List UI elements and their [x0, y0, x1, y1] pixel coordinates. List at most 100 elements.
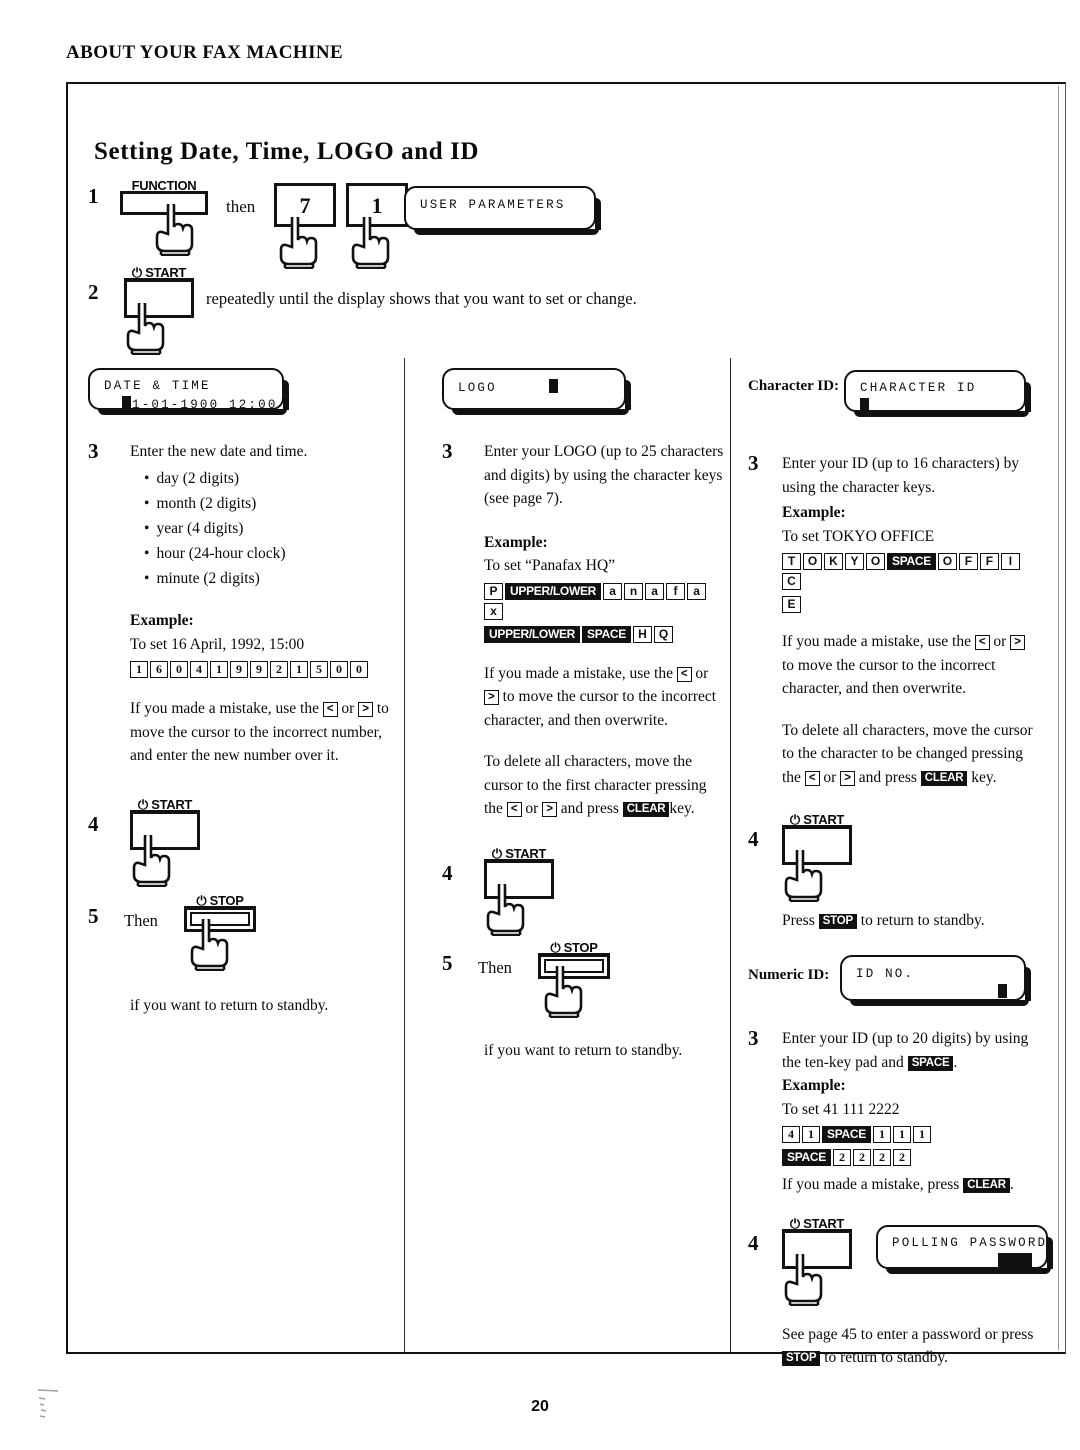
finger-pointer-icon	[190, 918, 229, 971]
key-cap-space[interactable]: SPACE	[782, 1149, 831, 1167]
list-item: minute (2 digits)	[144, 566, 396, 591]
key-cap[interactable]: x	[484, 602, 503, 620]
key-cap[interactable]: 1	[210, 661, 228, 679]
cursor-left-key-icon[interactable]: <	[506, 802, 522, 818]
key-cap[interactable]: f	[666, 582, 686, 600]
logo-delete-text-b: and press	[560, 800, 619, 818]
key-cap[interactable]: O	[803, 553, 822, 571]
key-cap[interactable]: Q	[654, 625, 674, 643]
clear-key[interactable]: CLEAR	[963, 1178, 1010, 1194]
logo-delete-paragraph: To delete all characters, move the curso…	[484, 750, 724, 821]
lcd-polling-password: POLLING PASSWORD	[876, 1224, 1053, 1274]
key-cap[interactable]: 5	[310, 661, 328, 679]
space-key[interactable]: SPACE	[907, 1055, 954, 1071]
key-cap-space[interactable]: SPACE	[582, 625, 632, 643]
stop-key[interactable]: ⏻ STOP	[184, 893, 256, 971]
key-cap[interactable]: H	[633, 625, 653, 643]
start-key[interactable]: ⏻ START	[130, 797, 200, 887]
finger-pointer-icon	[132, 834, 171, 887]
logo-delete-text-c: key.	[669, 800, 695, 818]
id-example-label: Example:	[782, 504, 846, 522]
dt-step-3-heading: Enter the new date and time.	[130, 443, 308, 460]
cursor-left-key-icon[interactable]: <	[974, 635, 990, 651]
id-example-text: To set TOKYO OFFICE	[782, 527, 935, 545]
key-cap-space[interactable]: SPACE	[887, 553, 936, 571]
key-cap[interactable]: a	[687, 582, 707, 600]
lcd-line-2: 1-01-1900 12:00	[104, 396, 275, 415]
numeric-key-sequence-row-2: SPACE 2 2 2 2	[782, 1147, 1040, 1167]
page-number: 20	[531, 1398, 549, 1415]
key-cap[interactable]: 4	[782, 1126, 800, 1144]
key-cap[interactable]: 2	[892, 1149, 911, 1167]
cursor-left-key-icon[interactable]: <	[322, 702, 338, 718]
key-cap[interactable]: a	[603, 582, 623, 600]
key-cap[interactable]: Y	[845, 553, 864, 571]
id-mistake-paragraph: If you made a mistake, use the < or > to…	[782, 630, 1040, 701]
stop-key[interactable]: ⏻ STOP	[538, 940, 610, 1019]
key-cap[interactable]: P	[484, 582, 503, 600]
key-cap[interactable]: 6	[150, 661, 168, 679]
key-cap[interactable]: 2	[852, 1149, 871, 1167]
key-cap[interactable]: K	[824, 553, 843, 571]
cursor-right-key-icon[interactable]: >	[484, 690, 499, 706]
logo-step-3: 3 Enter your LOGO (up to 25 characters a…	[442, 440, 724, 821]
numeric-id-label: Numeric ID:	[748, 967, 830, 984]
start-key[interactable]: ⏻ START	[782, 812, 852, 903]
key-cap[interactable]: 9	[230, 661, 248, 679]
key-cap[interactable]: O	[937, 553, 957, 571]
key-cap[interactable]: 2	[872, 1149, 891, 1167]
key-cap[interactable]: 0	[350, 661, 368, 679]
start-key[interactable]: ⏻ START	[484, 846, 554, 937]
key-cap[interactable]: E	[782, 596, 801, 614]
step-1-number: 1	[88, 184, 99, 208]
cursor-right-key-icon[interactable]: >	[1010, 635, 1025, 651]
clear-key[interactable]: CLEAR	[920, 770, 968, 786]
character-id-label: Character ID:	[748, 378, 839, 394]
start-key-label: ⏻ START	[133, 797, 197, 814]
id-mistake-text-b: to move the cursor to the incorrect char…	[782, 656, 996, 698]
key-cap[interactable]: 2	[832, 1149, 851, 1167]
logo-mistake-text-a: If you made a mistake, use the	[484, 664, 673, 682]
cursor-right-key-icon[interactable]: >	[358, 702, 373, 718]
function-key[interactable]: FUNCTION	[120, 178, 208, 256]
column-logo: LOGO 3 Enter your LOGO (up to 25 charact…	[442, 368, 724, 1063]
cursor-left-key-icon[interactable]: <	[676, 666, 692, 682]
start-key[interactable]: ⏻ START	[124, 265, 194, 355]
list-item: day (2 digits)	[144, 466, 396, 491]
key-cap[interactable]: 1	[130, 661, 148, 679]
key-cap[interactable]: 0	[330, 661, 348, 679]
key-cap-upper-lower[interactable]: UPPER/LOWER	[505, 582, 602, 600]
key-cap[interactable]: 1	[802, 1126, 820, 1144]
key-cap[interactable]: a	[645, 582, 665, 600]
stop-key-inline[interactable]: STOP	[818, 914, 857, 930]
cursor-right-key-icon[interactable]: >	[542, 802, 557, 818]
key-cap[interactable]: T	[782, 553, 801, 571]
key-cap[interactable]: 1	[892, 1126, 911, 1144]
key-cap[interactable]: C	[782, 573, 801, 591]
dt-tail-text: if you want to return to standby.	[130, 996, 329, 1014]
id-press-text-b: to return to standby.	[860, 912, 985, 930]
key-cap[interactable]: 1	[290, 661, 308, 679]
key-cap-upper-lower[interactable]: UPPER/LOWER	[484, 625, 581, 643]
key-cap[interactable]: F	[958, 553, 978, 571]
key-cap[interactable]: 1	[912, 1126, 931, 1144]
stop-key-inline[interactable]: STOP	[782, 1351, 821, 1367]
key-cap[interactable]: I	[1000, 553, 1020, 571]
cursor-left-key-icon[interactable]: <	[804, 770, 820, 786]
key-cap[interactable]: F	[979, 553, 999, 571]
key-cap[interactable]: n	[624, 582, 644, 600]
key-cap[interactable]: 1	[872, 1126, 891, 1144]
start-key[interactable]: ⏻ START	[782, 1216, 852, 1306]
key-cap[interactable]: O	[866, 553, 885, 571]
key-7[interactable]: 7	[274, 183, 336, 227]
cursor-right-key-icon[interactable]: >	[840, 770, 855, 786]
key-cap[interactable]: 2	[270, 661, 288, 679]
key-cap[interactable]: 9	[250, 661, 268, 679]
key-cap-space[interactable]: SPACE	[822, 1126, 871, 1144]
key-cap[interactable]: 0	[170, 661, 188, 679]
clear-key[interactable]: CLEAR	[622, 802, 670, 818]
lcd-line-2	[860, 398, 1010, 417]
key-1[interactable]: 1	[346, 183, 408, 227]
or-text: or	[695, 664, 709, 682]
key-cap[interactable]: 4	[190, 661, 208, 679]
